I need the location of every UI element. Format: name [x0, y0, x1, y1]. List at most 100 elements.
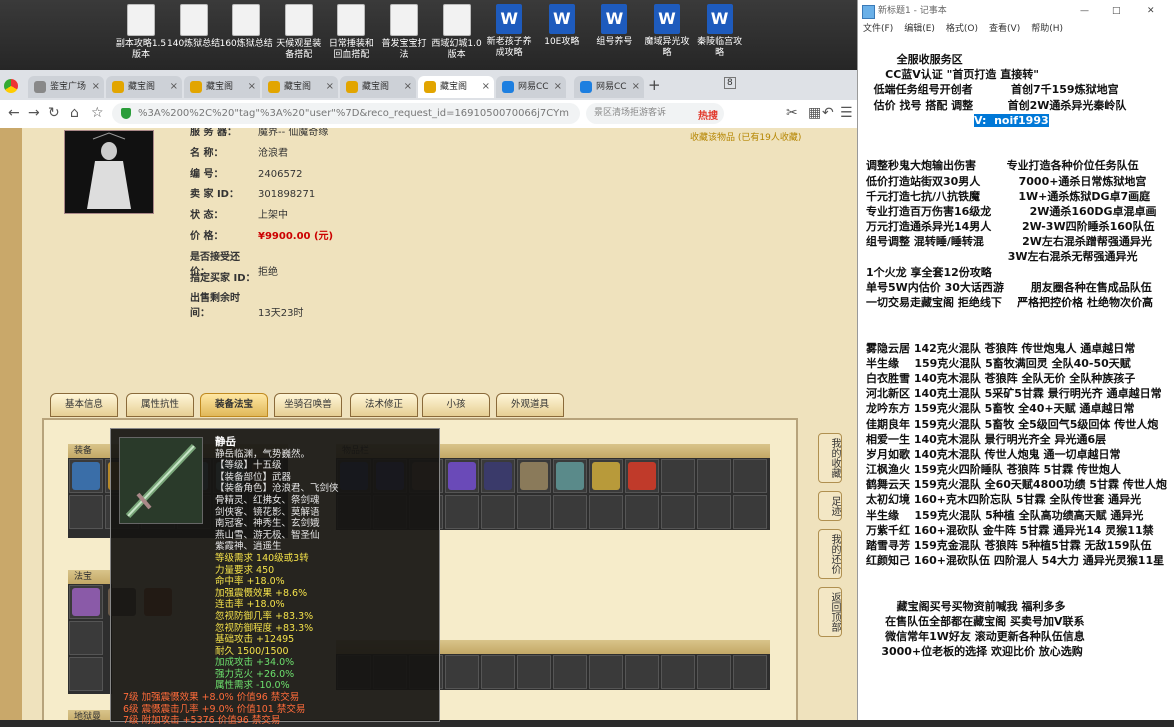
item-slot[interactable]: [661, 459, 695, 493]
desktop-file-icon[interactable]: W 新老孩子养 成攻略: [481, 4, 537, 59]
browser-tab[interactable]: 藏宝阁 ×: [418, 76, 494, 98]
detail-tab[interactable]: 属性抗性: [126, 393, 194, 417]
desktop-file-icon[interactable]: 日常捶装和 回血搭配: [323, 4, 379, 61]
tab-close-icon[interactable]: ×: [248, 76, 256, 98]
item-slot[interactable]: [733, 459, 767, 493]
item-slot[interactable]: [517, 495, 551, 529]
notepad-line: 一切交易走藏宝阁 拒绝线下 严格把控价格 杜绝物次价高: [866, 296, 1153, 309]
tab-close-icon[interactable]: ×: [632, 76, 640, 98]
notepad-menu-item[interactable]: 编辑(E): [904, 24, 935, 34]
item-icon[interactable]: [592, 462, 620, 490]
desktop-file-icon[interactable]: W 组号养号: [586, 4, 642, 48]
detail-tab[interactable]: 坐骑召唤兽: [274, 393, 342, 417]
item-slot[interactable]: [481, 655, 515, 689]
item-slot[interactable]: [69, 621, 103, 655]
item-slot[interactable]: [697, 495, 731, 529]
item-slot[interactable]: [733, 495, 767, 529]
side-tab[interactable]: 我的还价: [818, 529, 842, 579]
item-slot[interactable]: [697, 655, 731, 689]
item-slot[interactable]: [661, 495, 695, 529]
item-slot[interactable]: [589, 495, 623, 529]
item-icon[interactable]: [448, 462, 476, 490]
item-slot[interactable]: [69, 495, 103, 529]
new-tab-button[interactable]: +: [648, 76, 661, 94]
item-slot[interactable]: [553, 495, 587, 529]
item-icon[interactable]: [72, 588, 100, 616]
url-input[interactable]: %3A%200%2C%20"tag"%3A%20"user"%7D&reco_r…: [112, 103, 580, 124]
desktop-file-icon[interactable]: W 10E攻略: [534, 4, 590, 48]
close-button[interactable]: ✕: [1147, 0, 1155, 22]
browser-tab[interactable]: 藏宝阁 ×: [340, 76, 416, 98]
tab-close-icon[interactable]: ×: [326, 76, 334, 98]
cut-icon[interactable]: ✂: [786, 105, 798, 121]
menu-icon[interactable]: ☰: [840, 105, 853, 121]
item-icon[interactable]: [72, 462, 100, 490]
back-icon[interactable]: ←: [8, 105, 20, 121]
desktop-file-icon[interactable]: 普发宝宝打 法: [376, 4, 432, 61]
desktop-file-icon[interactable]: 副本攻略1.5 版本: [113, 4, 169, 61]
item-slot[interactable]: [517, 655, 551, 689]
home-icon[interactable]: ⌂: [70, 105, 79, 121]
desktop-file-icon[interactable]: 160炼狱总结: [218, 4, 274, 50]
item-icon[interactable]: [628, 462, 656, 490]
tooltip-line: 6级 震慑震击几率 +9.0% 价值101 禁交易: [123, 703, 306, 715]
side-tab[interactable]: 足迹: [818, 491, 842, 521]
tab-close-icon[interactable]: ×: [404, 76, 412, 98]
desktop-file-icon[interactable]: 140炼狱总结: [166, 4, 222, 50]
tooltip-line: 忽视防御程度 +83.3%: [215, 622, 314, 634]
item-slot[interactable]: [481, 495, 515, 529]
item-slot[interactable]: [733, 655, 767, 689]
browser-tab[interactable]: 藏宝阁 ×: [106, 76, 182, 98]
item-slot[interactable]: [697, 459, 731, 493]
item-slot[interactable]: [625, 495, 659, 529]
bookmark-star-icon[interactable]: ☆: [91, 105, 104, 121]
tab-close-icon[interactable]: ×: [554, 76, 562, 98]
item-slot[interactable]: [69, 657, 103, 691]
item-icon[interactable]: [520, 462, 548, 490]
maximize-button[interactable]: □: [1112, 0, 1121, 22]
notepad-menu-item[interactable]: 格式(O): [946, 24, 978, 34]
item-slot[interactable]: [589, 655, 623, 689]
detail-tab[interactable]: 外观道具: [496, 393, 564, 417]
notepad-menu-item[interactable]: 帮助(H): [1031, 24, 1063, 34]
tab-close-icon[interactable]: ×: [482, 76, 490, 98]
detail-tab[interactable]: 法术修正: [350, 393, 418, 417]
browser-tab[interactable]: 鉴宝广场 ×: [28, 76, 104, 98]
desktop-file-icon[interactable]: W 魔域异光攻 略: [639, 4, 695, 59]
notepad-menu-item[interactable]: 查看(V): [989, 24, 1020, 34]
side-tab[interactable]: 我的收藏: [818, 433, 842, 483]
item-slot[interactable]: [553, 655, 587, 689]
browser-tab[interactable]: 藏宝阁 ×: [262, 76, 338, 98]
selected-contact-text[interactable]: V: noif1993: [974, 113, 1049, 127]
desktop-file-icon[interactable]: 西域幻城1.0 版本: [429, 4, 485, 61]
minimize-button[interactable]: —: [1080, 0, 1089, 22]
browser-tab[interactable]: 网易CC ×: [496, 76, 566, 98]
item-icon[interactable]: [484, 462, 512, 490]
detail-tab[interactable]: 装备法宝: [200, 393, 268, 417]
item-slot[interactable]: [661, 655, 695, 689]
desktop-file-icon[interactable]: 天候观星装 备搭配: [271, 4, 327, 61]
favorite-link[interactable]: 收藏该物品 (已有19人收藏): [690, 130, 801, 143]
browser-tab[interactable]: 网易CC ×: [574, 76, 644, 98]
undo-icon[interactable]: ↶: [822, 105, 834, 121]
reload-icon[interactable]: ↻: [48, 105, 60, 121]
item-slot[interactable]: [445, 655, 479, 689]
tab-close-icon[interactable]: ×: [170, 76, 178, 98]
item-slot[interactable]: [625, 655, 659, 689]
browser-logo-icon[interactable]: [4, 79, 18, 93]
detail-tab[interactable]: 小孩: [422, 393, 490, 417]
notepad-menu-item[interactable]: 文件(F): [863, 24, 893, 34]
item-slot[interactable]: [445, 495, 479, 529]
detail-tab[interactable]: 基本信息: [50, 393, 118, 417]
grid-menu-icon[interactable]: ▦: [808, 105, 821, 121]
side-tab[interactable]: 返回顶部: [818, 587, 842, 637]
tab-close-icon[interactable]: ×: [92, 76, 100, 98]
item-icon[interactable]: [556, 462, 584, 490]
hot-search-badge[interactable]: 热搜: [698, 107, 718, 122]
tooltip-line: 剑侠客、镜花影、莫解语: [215, 506, 320, 518]
desktop-file-icon[interactable]: W 秦陵临宫攻 略: [692, 4, 748, 59]
notepad-text[interactable]: 全服收服务区 CC蓝V认证 "首页打造 直接转" 低端任务组号开创者 首创7千1…: [866, 52, 1171, 660]
browser-tab[interactable]: 藏宝阁 ×: [184, 76, 260, 98]
forward-icon[interactable]: →: [28, 105, 40, 121]
tab-badge[interactable]: 8: [724, 77, 736, 89]
